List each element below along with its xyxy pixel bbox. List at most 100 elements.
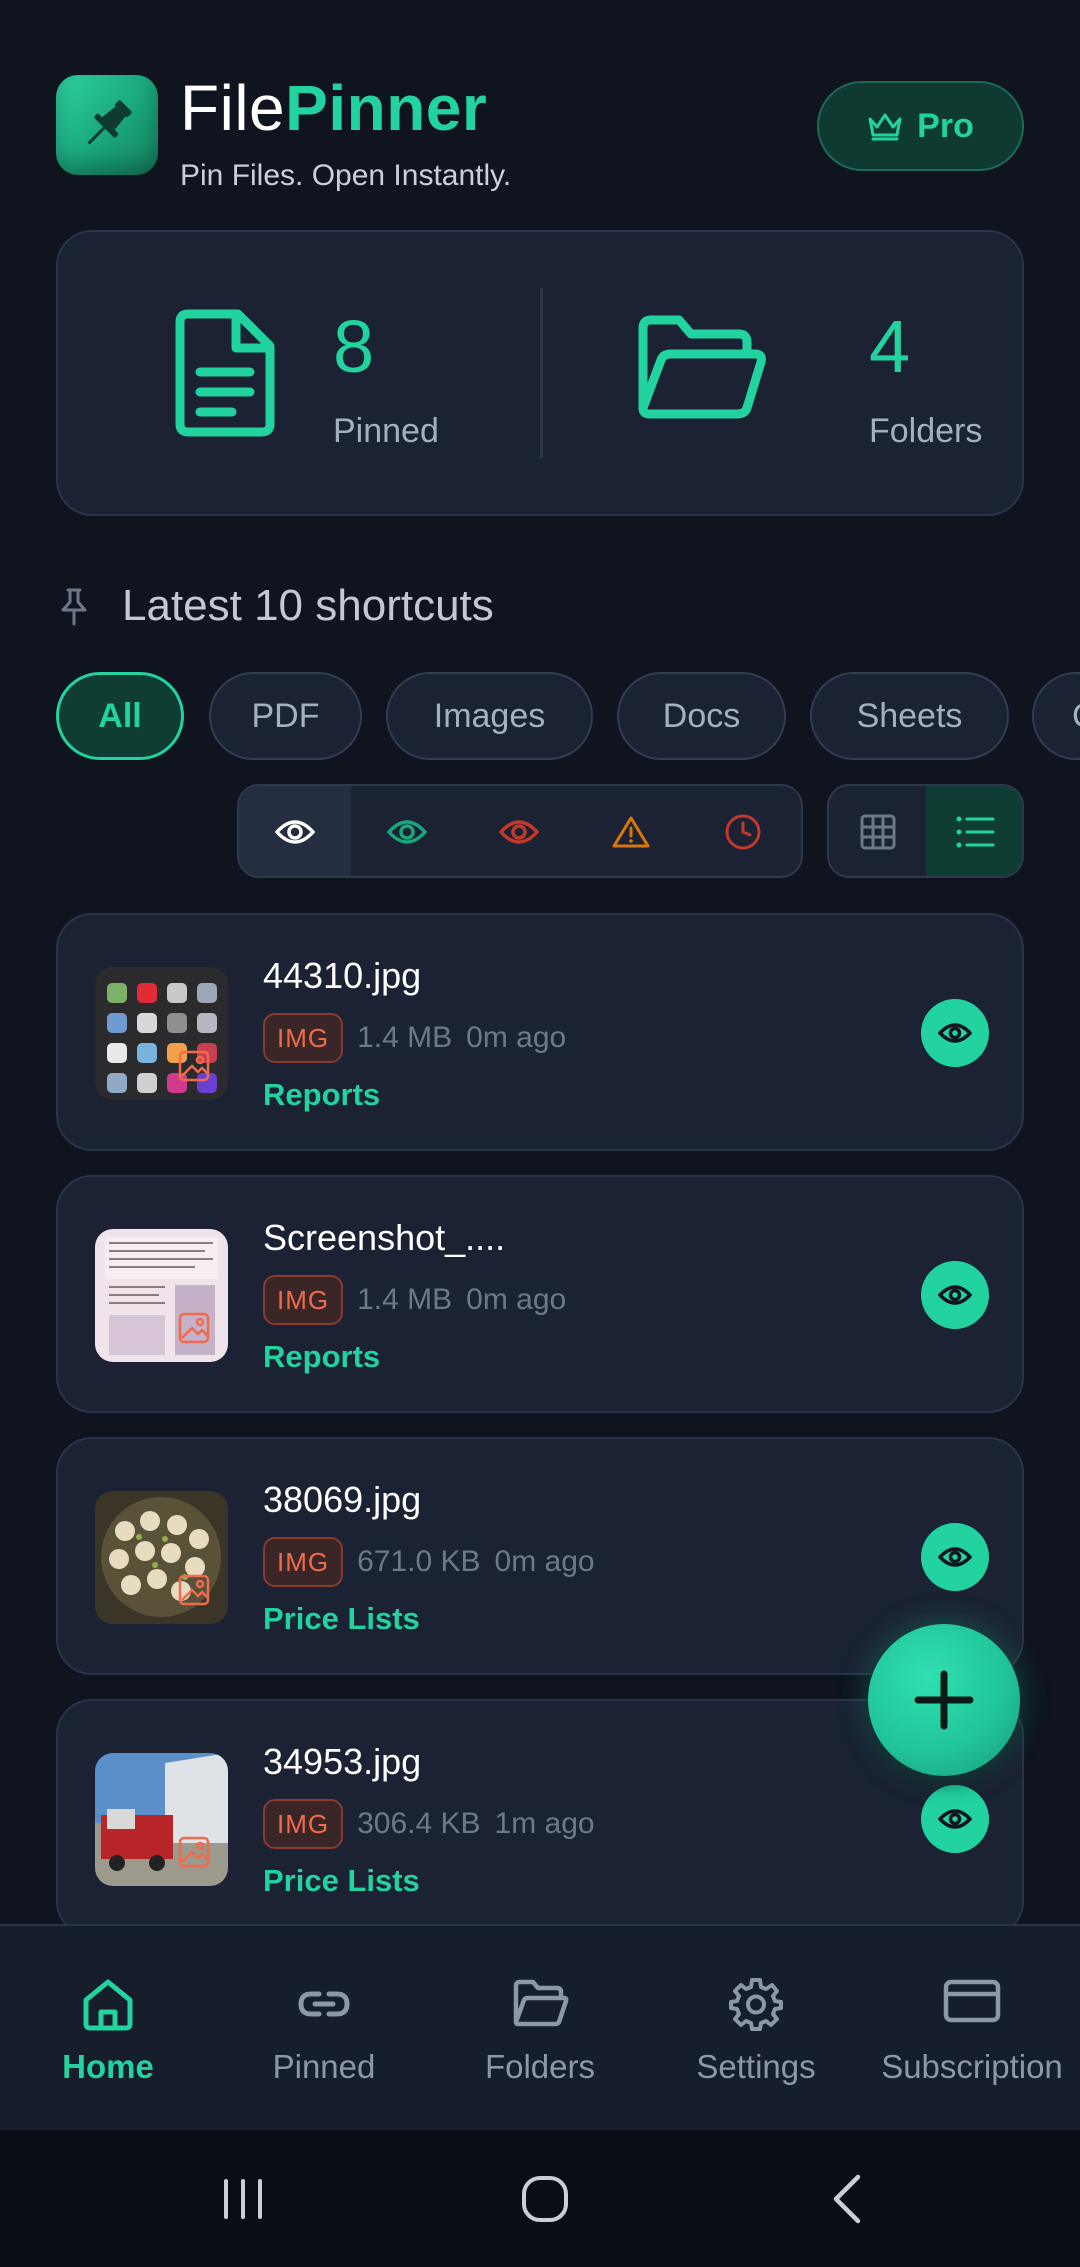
system-navigation-bar xyxy=(0,2130,1080,2267)
folders-label: Folders xyxy=(869,412,983,450)
file-time: 0m ago xyxy=(494,1545,595,1578)
app-title-part1: File xyxy=(180,72,286,144)
file-thumbnail xyxy=(95,1229,228,1362)
eye-icon xyxy=(275,820,315,844)
recent-apps-button[interactable] xyxy=(200,2130,286,2267)
home-system-button[interactable] xyxy=(500,2130,590,2267)
file-time: 0m ago xyxy=(466,1283,567,1316)
file-folder[interactable]: Reports xyxy=(263,1339,380,1375)
status-warning-button[interactable] xyxy=(575,786,687,876)
back-chevron-icon xyxy=(833,2174,861,2223)
status-recent-button[interactable] xyxy=(687,786,799,876)
file-name: Screenshot_.... xyxy=(263,1217,506,1258)
file-meta: IMG 671.0 KB 0m ago xyxy=(263,1537,595,1587)
pro-button[interactable]: Pro xyxy=(817,81,1024,171)
file-meta: IMG 306.4 KB 1m ago xyxy=(263,1799,595,1849)
file-card[interactable]: 38069.jpg IMG 671.0 KB 0m ago Price List… xyxy=(56,1437,1024,1675)
app-logo-pin-icon xyxy=(56,75,158,175)
status-filter-group xyxy=(237,784,803,878)
plus-icon xyxy=(914,1670,974,1730)
image-type-icon xyxy=(178,1312,210,1344)
file-meta: IMG 1.4 MB 0m ago xyxy=(263,1275,566,1325)
file-thumbnail xyxy=(95,1753,228,1886)
pinned-count: 8 xyxy=(333,305,375,388)
crown-icon xyxy=(868,113,902,141)
folders-count: 4 xyxy=(869,305,911,388)
pro-button-label: Pro xyxy=(917,106,974,145)
gear-icon xyxy=(729,1978,783,2031)
list-view-button[interactable] xyxy=(926,786,1022,876)
nav-settings-label: Settings xyxy=(696,2048,816,2085)
image-type-icon xyxy=(178,1050,210,1082)
file-card[interactable]: Screenshot_.... IMG 1.4 MB 0m ago Report… xyxy=(56,1175,1024,1413)
eye-icon xyxy=(938,1285,972,1305)
file-time: 1m ago xyxy=(494,1807,595,1840)
eye-icon xyxy=(938,1023,972,1043)
nav-folders-label: Folders xyxy=(484,2048,596,2085)
eye-icon xyxy=(499,820,539,844)
list-icon xyxy=(956,816,994,848)
file-type-badge: IMG xyxy=(263,1537,344,1587)
chip-docs[interactable]: Docs xyxy=(617,672,786,760)
file-card[interactable]: 44310.jpg IMG 1.4 MB 0m ago Reports xyxy=(56,913,1024,1151)
stat-pinned[interactable]: 8 Pinned xyxy=(58,232,540,514)
open-file-button[interactable] xyxy=(921,1523,989,1591)
file-size: 306.4 KB xyxy=(357,1807,481,1840)
file-type-badge: IMG xyxy=(263,1799,344,1849)
bottom-navigation: Home Pinned Folders Settings Subscriptio… xyxy=(0,1924,1080,2130)
home-circle-icon xyxy=(522,2175,568,2222)
chip-more[interactable]: C xyxy=(1032,672,1080,760)
file-size: 671.0 KB xyxy=(357,1545,481,1578)
stat-folders[interactable]: 4 Folders xyxy=(543,232,1026,514)
file-name: 34953.jpg xyxy=(263,1741,422,1782)
file-size: 1.4 MB xyxy=(357,1283,453,1316)
open-file-button[interactable] xyxy=(921,1261,989,1329)
recents-icon xyxy=(224,2178,262,2219)
folder-open-icon xyxy=(513,1979,569,2027)
file-thumbnail xyxy=(95,1491,228,1624)
status-opened-button[interactable] xyxy=(351,786,463,876)
status-unopened-button[interactable] xyxy=(463,786,575,876)
file-name: 44310.jpg xyxy=(263,955,422,996)
file-size: 1.4 MB xyxy=(357,1021,453,1054)
status-all-button[interactable] xyxy=(239,786,351,876)
add-shortcut-fab[interactable] xyxy=(868,1624,1020,1776)
chip-sheets[interactable]: Sheets xyxy=(810,672,1009,760)
file-type-badge: IMG xyxy=(263,1013,344,1063)
file-folder[interactable]: Reports xyxy=(263,1077,380,1113)
grid-icon xyxy=(860,814,895,850)
open-file-button[interactable] xyxy=(921,999,989,1067)
filter-chips: All PDF Images Docs Sheets C xyxy=(56,672,1080,760)
image-type-icon xyxy=(178,1836,210,1868)
chip-pdf[interactable]: PDF xyxy=(209,672,362,760)
back-button[interactable] xyxy=(806,2130,886,2267)
folder-open-icon xyxy=(638,315,766,419)
home-icon xyxy=(83,1979,133,2031)
file-folder[interactable]: Price Lists xyxy=(263,1863,420,1899)
section-header: Latest 10 shortcuts xyxy=(56,578,494,634)
clock-icon xyxy=(725,814,761,850)
file-folder[interactable]: Price Lists xyxy=(263,1601,420,1637)
card-icon xyxy=(943,1979,1001,2023)
eye-icon xyxy=(938,1809,972,1829)
stats-card: 8 Pinned 4 Folders xyxy=(56,230,1024,516)
grid-view-button[interactable] xyxy=(829,786,926,876)
file-meta: IMG 1.4 MB 0m ago xyxy=(263,1013,566,1063)
chip-images[interactable]: Images xyxy=(386,672,593,760)
app-title: FilePinner xyxy=(180,71,487,145)
document-icon xyxy=(175,309,275,437)
eye-icon xyxy=(938,1547,972,1567)
file-name: 38069.jpg xyxy=(263,1479,422,1520)
nav-subscription[interactable]: Subscription xyxy=(864,1926,1080,2132)
chip-all[interactable]: All xyxy=(56,672,184,760)
section-title: Latest 10 shortcuts xyxy=(122,581,494,630)
nav-settings[interactable]: Settings xyxy=(648,1926,864,2132)
pin-icon xyxy=(61,588,87,626)
nav-home[interactable]: Home xyxy=(0,1926,216,2132)
link-icon xyxy=(298,1991,350,2017)
app-title-part2: Pinner xyxy=(285,72,488,144)
view-mode-toggle xyxy=(827,784,1024,878)
nav-folders[interactable]: Folders xyxy=(432,1926,648,2132)
open-file-button[interactable] xyxy=(921,1785,989,1853)
nav-pinned[interactable]: Pinned xyxy=(216,1926,432,2132)
